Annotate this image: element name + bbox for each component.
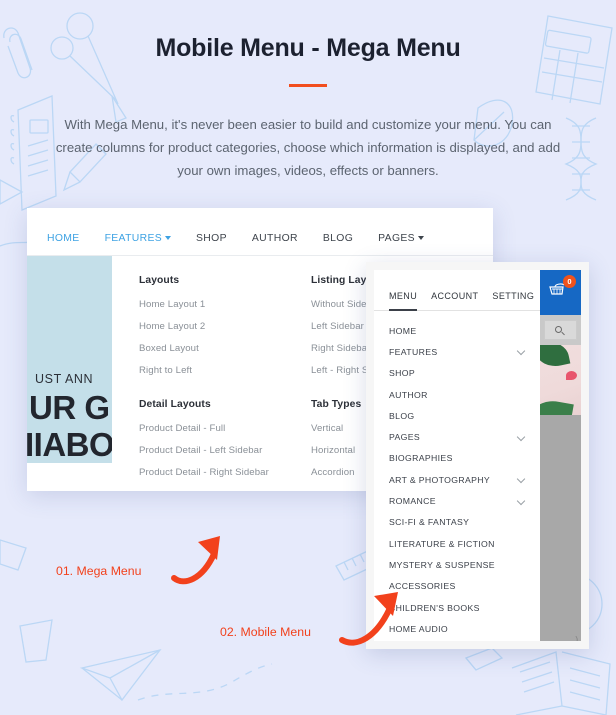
mobile-menu-item[interactable]: MYSTERY & SUSPENSE	[389, 554, 525, 575]
chevron-down-icon[interactable]	[518, 434, 525, 441]
mega-menu-link[interactable]: Product Detail - Right Sidebar	[139, 467, 311, 478]
mobile-menu-item-label: HOME	[389, 325, 417, 336]
mobile-menu-item[interactable]: HOME AUDIO	[389, 618, 525, 639]
chevron-down-icon	[165, 236, 172, 240]
mobile-tab-setting[interactable]: SETTING	[492, 291, 534, 301]
nav-item-label: SHOP	[196, 233, 227, 244]
chevron-down-icon[interactable]	[518, 476, 525, 483]
mobile-menu-item-label: ACCESSORIES	[389, 581, 456, 592]
search-icon	[555, 326, 562, 333]
mobile-menu-item[interactable]: ROMANCE	[389, 490, 525, 511]
mobile-menu-item-label: FEATURES	[389, 346, 438, 357]
mobile-menu-item[interactable]: ACCESSORIES	[389, 576, 525, 597]
nav-item-label: BLOG	[322, 233, 354, 244]
mobile-menu-item[interactable]: AUTHOR	[389, 384, 525, 405]
mobile-menu-item-label: AUTHOR	[389, 389, 428, 400]
mobile-menu-item[interactable]: LITERATURE & FICTION	[389, 533, 525, 554]
mobile-menu-item-label: CHILDREN'S BOOKS	[389, 602, 480, 613]
nav-item-blog[interactable]: BLOG	[323, 233, 353, 244]
cart-count-badge: 0	[563, 275, 576, 288]
hero-kicker-text: UST ANN	[35, 372, 94, 386]
mobile-menu-item-label: SHOP	[389, 368, 416, 379]
mobile-menu-item-label: ROMANCE	[389, 496, 436, 507]
page-description: With Mega Menu, it's never been easier t…	[55, 117, 561, 178]
mobile-menu-item-label: PAGES	[389, 432, 421, 443]
mobile-page-body: )	[540, 415, 581, 641]
mobile-menu-item-label: HOME AUDIO	[389, 623, 449, 634]
mega-menu-column: Layouts Home Layout 1 Home Layout 2 Boxed L…	[139, 275, 311, 489]
mobile-menu-tabs: MENU ACCOUNT SETTING	[374, 291, 540, 311]
mobile-screen: 0 ) MENU ACCOUNT SETTING HOME FEATURES SHOP A…	[374, 270, 581, 641]
mobile-menu-list: HOME FEATURES SHOP AUTHOR BLOG PAGES BIOGRAPHI…	[374, 311, 540, 639]
mobile-menu-item-label: SCI-FI & FANTASY	[389, 517, 470, 528]
mobile-menu-item-label: BLOG	[389, 410, 415, 421]
search-input[interactable]	[544, 320, 577, 340]
page-header: Mobile Menu - Mega Menu With Mega Menu, …	[0, 0, 616, 182]
nav-item-label: FEATURES	[104, 233, 163, 244]
desktop-top-navigation: HOME FEATURES SHOP AUTHOR BLOG PAGES	[27, 208, 493, 256]
nav-item-pages[interactable]: PAGES	[378, 233, 424, 244]
chevron-down-icon	[417, 236, 424, 240]
palm-leaf-icon	[540, 397, 574, 415]
mobile-body-text: )	[575, 635, 578, 641]
leaf-shape-icon	[540, 345, 571, 371]
mobile-menu-item[interactable]: SCI-FI & FANTASY	[389, 512, 525, 533]
mobile-menu-item[interactable]: BLOG	[389, 405, 525, 426]
mobile-menu-item[interactable]: HOME	[389, 320, 525, 341]
mobile-preview-window: 0 ) MENU ACCOUNT SETTING HOME FEATURES SHOP A…	[366, 262, 589, 649]
mobile-menu-item[interactable]: BIOGRAPHIES	[389, 448, 525, 469]
mobile-menu-item-label: ART & PHOTOGRAPHY	[389, 474, 491, 485]
nav-item-label: HOME	[47, 233, 80, 244]
mobile-menu-item[interactable]: PAGES	[389, 426, 525, 447]
mobile-menu-item-label: LITERATURE & FICTION	[389, 538, 495, 549]
mega-menu-group-heading: Detail Layouts	[139, 399, 211, 410]
nav-item-home[interactable]: HOME	[47, 233, 80, 244]
mobile-menu-item[interactable]: SHOP	[389, 363, 525, 384]
flower-icon	[566, 371, 577, 380]
mobile-menu-item[interactable]: FEATURES	[389, 341, 525, 362]
mobile-hero-photo	[540, 345, 581, 415]
mega-menu-link[interactable]: Product Detail - Left Sidebar	[139, 445, 311, 456]
chevron-down-icon[interactable]	[518, 348, 525, 355]
mega-menu-link[interactable]: Product Detail - Full	[139, 423, 311, 434]
mobile-slideout-menu: MENU ACCOUNT SETTING HOME FEATURES SHOP AUTHO…	[374, 270, 540, 641]
mega-menu-group-heading: Layouts	[139, 275, 180, 286]
annotation-label-mobile-menu: 02. Mobile Menu	[220, 625, 311, 639]
mega-menu-link[interactable]: Home Layout 1	[139, 299, 311, 310]
annotation-arrow-mega-menu	[171, 536, 220, 585]
mobile-menu-item-label: MYSTERY & SUSPENSE	[389, 559, 495, 570]
chevron-down-icon[interactable]	[518, 498, 525, 505]
mega-menu-link[interactable]: Boxed Layout	[139, 343, 311, 354]
mobile-search-row	[540, 315, 581, 345]
nav-item-label: AUTHOR	[251, 233, 298, 244]
nav-active-indicator-bar	[47, 208, 72, 210]
nav-item-label: PAGES	[378, 233, 415, 244]
title-underline-rule	[289, 84, 327, 87]
mega-menu-link[interactable]: Home Layout 2	[139, 321, 311, 332]
hero-headline-line1: UR G	[29, 389, 110, 426]
mobile-menu-item-label: BIOGRAPHIES	[389, 453, 453, 464]
mobile-tab-menu[interactable]: MENU	[389, 291, 418, 311]
nav-item-author[interactable]: AUTHOR	[252, 233, 298, 244]
page-title: Mobile Menu - Mega Menu	[155, 34, 461, 62]
annotation-label-mega-menu: 01. Mega Menu	[56, 564, 142, 578]
nav-item-shop[interactable]: SHOP	[196, 233, 227, 244]
nav-item-features[interactable]: FEATURES	[104, 233, 172, 244]
mobile-site-topbar: 0	[540, 270, 581, 315]
mobile-menu-item[interactable]: CHILDREN'S BOOKS	[389, 597, 525, 618]
mobile-menu-item[interactable]: ART & PHOTOGRAPHY	[389, 469, 525, 490]
mobile-tab-account[interactable]: ACCOUNT	[431, 291, 478, 301]
mega-menu-link[interactable]: Right to Left	[139, 365, 311, 376]
